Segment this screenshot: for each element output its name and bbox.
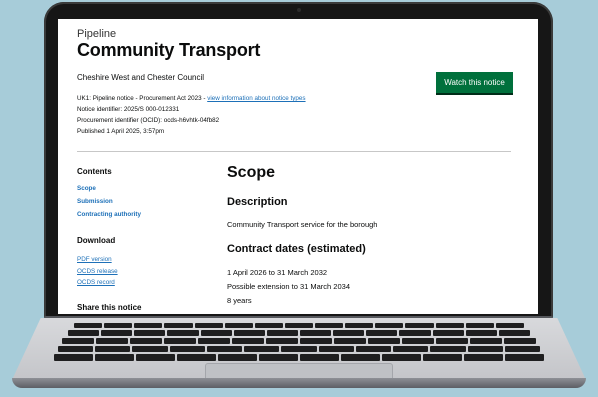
keyboard-key	[284, 323, 314, 328]
keyboard-key	[504, 338, 536, 344]
keyboard-key	[198, 338, 230, 344]
download-ocds-release-link[interactable]: OCDS release	[77, 268, 118, 275]
keyboard-key	[96, 338, 128, 344]
ocid-identifier: Procurement identifier (OCID): ocds-h6vh…	[77, 117, 220, 124]
keyboard-key	[423, 354, 462, 361]
contract-dates-heading: Contract dates (estimated)	[227, 243, 366, 255]
keyboard-key	[68, 330, 100, 336]
contents-link-submission[interactable]: Submission	[77, 198, 113, 205]
keyboard-key	[334, 338, 366, 344]
keyboard-key	[218, 354, 257, 361]
keyboard-key	[134, 323, 163, 328]
download-ocds-record-link[interactable]: OCDS record	[77, 279, 115, 286]
keyboard-key	[54, 354, 93, 361]
keyboard-key	[244, 346, 280, 352]
keyboard-key	[465, 330, 497, 336]
keyboard-key	[504, 346, 540, 352]
keyboard-key	[432, 330, 464, 336]
keyboard-key	[130, 338, 162, 344]
keyboard-key	[399, 330, 431, 336]
keyboard-key	[300, 338, 332, 344]
notice-identifier: Notice identifier: 2025/S 000-012331	[77, 106, 180, 113]
header-divider	[77, 151, 511, 152]
keyboard-key	[435, 323, 464, 328]
keyboard-key	[430, 346, 466, 352]
laptop-screen: Pipeline Community Transport Cheshire We…	[58, 19, 538, 314]
keyboard-key	[368, 338, 400, 344]
published-date: Published 1 April 2025, 3:57pm	[77, 128, 165, 135]
keyboard-key	[505, 354, 544, 361]
notice-type-line: UK1: Pipeline notice - Procurement Act 2…	[77, 95, 306, 102]
keyboard-key	[233, 330, 265, 336]
keyboard-key	[58, 346, 94, 352]
keyboard-key	[206, 346, 243, 352]
keyboard-key	[470, 338, 502, 344]
keyboard-key	[495, 323, 524, 328]
keyboard-key	[224, 323, 253, 328]
keyboard-key	[436, 338, 468, 344]
keyboard-key	[266, 330, 298, 336]
keyboard-key	[402, 338, 434, 344]
keyboard-key	[467, 346, 503, 352]
contract-extension-line: Possible extension to 31 March 2034	[227, 282, 350, 291]
keyboard-key	[375, 323, 404, 328]
webcam-icon	[297, 8, 301, 12]
notice-types-link[interactable]: view information about notice types	[207, 95, 305, 102]
contents-link-scope[interactable]: Scope	[77, 185, 96, 192]
keyboard-key	[366, 330, 398, 336]
keyboard-key	[254, 323, 283, 328]
watch-notice-button[interactable]: Watch this notice	[436, 72, 513, 93]
keyboard-key	[167, 330, 199, 336]
keyboard-key	[333, 330, 365, 336]
laptop-front-edge	[12, 378, 586, 388]
keyboard-key	[134, 330, 166, 336]
keyboard-key	[104, 323, 133, 328]
keyboard-key	[62, 338, 94, 344]
contents-link-contracting-authority[interactable]: Contracting authority	[77, 211, 141, 218]
keyboard-key	[132, 346, 168, 352]
share-heading: Share this notice	[77, 303, 142, 312]
keyboard-key	[318, 346, 354, 352]
keyboard-key	[405, 323, 434, 328]
keyboard-key	[164, 323, 193, 328]
keyboard-key	[465, 323, 494, 328]
keyboard-key	[232, 338, 264, 344]
notice-type-text: UK1: Pipeline notice - Procurement Act 2…	[77, 95, 208, 102]
download-pdf-link[interactable]: PDF version	[77, 256, 112, 263]
description-heading: Description	[227, 196, 288, 208]
download-heading: Download	[77, 236, 116, 245]
keyboard-key	[300, 354, 339, 361]
keyboard-key	[259, 354, 298, 361]
keyboard-key	[164, 338, 196, 344]
keyboard-key	[95, 354, 134, 361]
contract-dates-line: 1 April 2026 to 31 March 2032	[227, 268, 328, 277]
keyboard-key	[266, 338, 298, 344]
keyboard	[54, 323, 544, 362]
keyboard-key	[101, 330, 133, 336]
keyboard-key	[315, 323, 344, 328]
keyboard-key	[300, 330, 332, 336]
notice-caption: Pipeline	[77, 28, 117, 40]
description-text: Community Transport service for the boro…	[227, 220, 378, 229]
keyboard-key	[281, 346, 317, 352]
keyboard-key	[341, 354, 380, 361]
keyboard-key	[200, 330, 232, 336]
keyboard-key	[74, 323, 103, 328]
keyboard-key	[177, 354, 216, 361]
keyboard-key	[194, 323, 223, 328]
keyboard-key	[136, 354, 175, 361]
keyboard-key	[345, 323, 374, 328]
keyboard-key	[393, 346, 429, 352]
contract-duration-line: 8 years	[227, 296, 252, 305]
keyboard-key	[498, 330, 530, 336]
keyboard-key	[464, 354, 503, 361]
keyboard-key	[95, 346, 131, 352]
keyboard-key	[169, 346, 205, 352]
keyboard-key	[355, 346, 392, 352]
keyboard-key	[382, 354, 421, 361]
page-title: Community Transport	[77, 40, 261, 60]
section-heading-scope: Scope	[227, 164, 276, 181]
contents-heading: Contents	[77, 167, 112, 176]
organisation-name: Cheshire West and Chester Council	[77, 73, 205, 82]
